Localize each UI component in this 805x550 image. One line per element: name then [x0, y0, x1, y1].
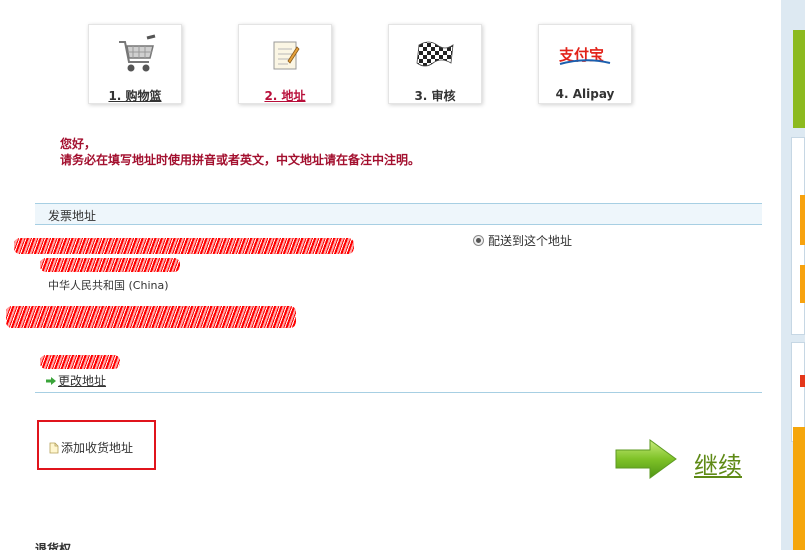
step-address-label[interactable]: 2. 地址 [239, 87, 331, 104]
step-address[interactable]: 2. 地址 [238, 24, 332, 104]
right-sidebar-accent [800, 265, 805, 303]
add-shipping-address-link[interactable]: 添加收货地址 [49, 439, 133, 456]
notepad-icon [239, 33, 331, 77]
notice-greeting: 您好， [60, 137, 97, 151]
billing-country: 中华人民共和国 (China) [48, 279, 169, 292]
checkered-flag-icon [389, 33, 481, 77]
ship-to-this-address-option[interactable]: 配送到这个地址 [473, 232, 572, 249]
new-page-icon [49, 442, 59, 453]
ship-to-this-address-label[interactable]: 配送到这个地址 [488, 232, 572, 249]
right-sidebar-green-block [793, 30, 805, 128]
shopping-cart-icon [89, 33, 181, 77]
change-address-link[interactable]: 更改地址 [46, 372, 106, 389]
billing-section-title: 发票地址 [48, 209, 97, 223]
notice-message: 您好， 请务必在填写地址时使用拼音或者英文，中文地址请在备注中注明。 [60, 136, 420, 168]
green-arrow-icon [46, 376, 56, 385]
step-review-label: 3. 审核 [414, 89, 456, 103]
step-review: 3. 审核 [388, 24, 482, 104]
redacted-name-line [14, 238, 354, 254]
right-sidebar-gold-block [793, 427, 805, 550]
step-alipay: 支付宝 4. Alipay [538, 24, 632, 104]
redacted-email-line [40, 355, 120, 369]
right-sidebar-accent [800, 195, 805, 245]
change-address-label[interactable]: 更改地址 [58, 372, 106, 389]
continue-arrow-icon[interactable] [614, 438, 678, 480]
notice-instructions: 请务必在填写地址时使用拼音或者英文，中文地址请在备注中注明。 [60, 153, 421, 167]
add-shipping-address-label[interactable]: 添加收货地址 [61, 439, 133, 456]
continue-button[interactable]: 继续 [694, 446, 742, 481]
billing-section-header: 发票地址 [35, 203, 762, 225]
ship-to-this-address-radio[interactable] [473, 235, 484, 246]
step-alipay-label: 4. Alipay [555, 87, 615, 101]
alipay-logo: 支付宝 [539, 33, 631, 77]
section-divider [35, 392, 762, 393]
step-cart[interactable]: 1. 购物篮 [88, 24, 182, 104]
redacted-street-line [40, 258, 180, 272]
redacted-city-line [6, 306, 296, 328]
add-shipping-address-highlight: 添加收货地址 [37, 420, 156, 470]
return-policy-heading: 退货权 [35, 542, 72, 550]
step-cart-label[interactable]: 1. 购物篮 [89, 87, 181, 104]
right-sidebar-accent [800, 375, 805, 387]
